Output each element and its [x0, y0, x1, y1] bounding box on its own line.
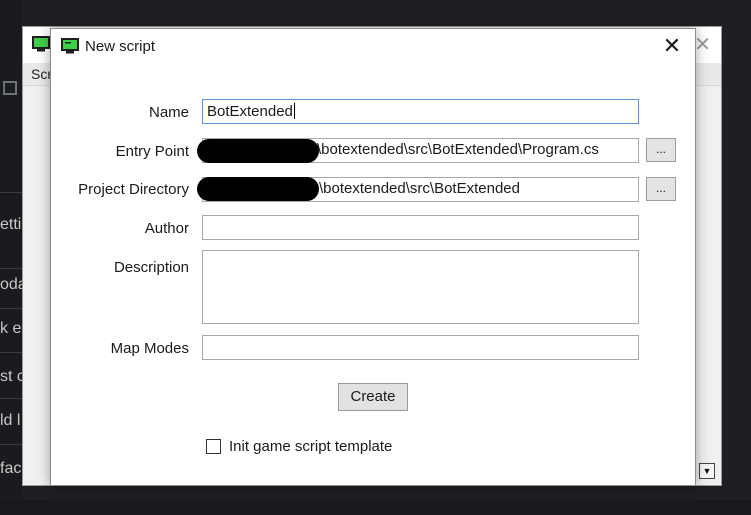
- author-input[interactable]: [202, 215, 639, 240]
- background-divider: [0, 192, 22, 193]
- background-text-fragment: fac: [0, 460, 22, 477]
- background-divider: [0, 308, 22, 309]
- init-template-label[interactable]: Init game script template: [229, 438, 392, 455]
- background-divider: [0, 268, 22, 269]
- background-bottom-bar: [0, 500, 751, 515]
- background-text-fragment: st c: [0, 368, 22, 385]
- parent-close-icon[interactable]: ✕: [694, 35, 711, 55]
- redacted-path-prefix: [197, 139, 319, 163]
- description-textarea[interactable]: [202, 250, 639, 324]
- project-directory-value: \botextended\src\BotExtended: [319, 180, 520, 197]
- description-label: Description: [113, 259, 189, 276]
- entry-point-value: \botextended\src\BotExtended\Program.cs: [317, 141, 599, 158]
- scroll-down-button[interactable]: ▼: [699, 463, 715, 479]
- background-app-panel: [0, 0, 22, 515]
- background-divider: [0, 352, 22, 353]
- project-directory-browse-button[interactable]: ...: [646, 177, 676, 201]
- monitor-app-icon: [61, 38, 79, 54]
- text-caret: [293, 103, 295, 119]
- entry-point-browse-button[interactable]: ...: [646, 138, 676, 162]
- init-template-checkbox[interactable]: [206, 439, 221, 454]
- monitor-app-icon: [32, 36, 50, 52]
- create-button[interactable]: Create: [338, 383, 408, 411]
- name-input-value: BotExtended: [207, 103, 293, 120]
- name-input[interactable]: BotExtended: [202, 99, 639, 124]
- window-icon: [3, 81, 17, 95]
- entry-point-label: Entry Point: [115, 143, 189, 160]
- dialog-title: New script: [85, 38, 156, 55]
- close-icon[interactable]: ✕: [661, 35, 683, 57]
- new-script-dialog: New script ✕ Name BotExtended Entry Poin…: [50, 28, 696, 486]
- project-directory-label: Project Directory: [78, 181, 189, 198]
- background-text-fragment: etti: [0, 216, 22, 233]
- background-text-fragment: oda: [0, 276, 22, 293]
- background-text-fragment: k ex: [0, 320, 22, 337]
- dialog-titlebar: New script ✕: [51, 29, 695, 63]
- name-label: Name: [148, 104, 189, 121]
- background-divider: [0, 398, 22, 399]
- background-divider: [0, 444, 22, 445]
- map-modes-input[interactable]: [202, 335, 639, 360]
- redacted-path-prefix: [197, 177, 319, 201]
- parent-tab-label: Scr: [31, 66, 52, 82]
- author-label: Author: [144, 220, 189, 237]
- background-text-fragment: ld l: [0, 412, 21, 429]
- map-modes-label: Map Modes: [110, 340, 189, 357]
